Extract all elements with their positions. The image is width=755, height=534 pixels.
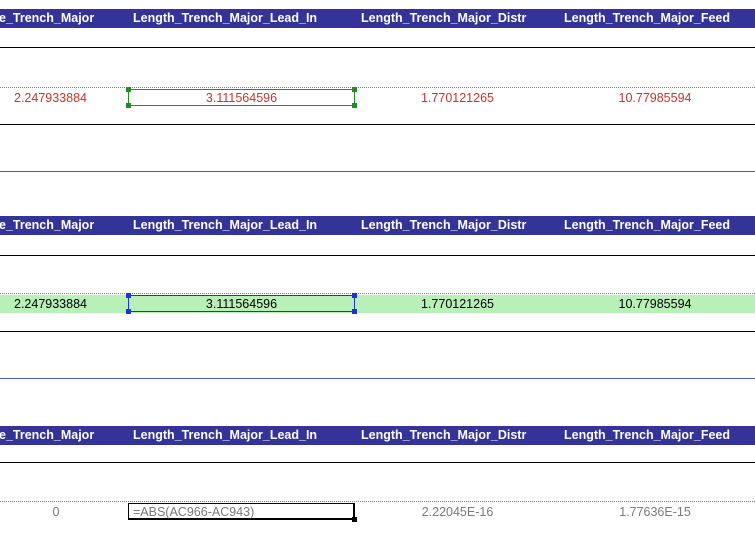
header-row-2: e_Trench_Major Length_Trench_Major_Lead_… xyxy=(0,216,755,235)
row-border xyxy=(0,87,755,88)
cell-value[interactable]: 3.111564596 xyxy=(128,89,355,107)
cell-value[interactable]: 1.770121265 xyxy=(360,89,555,107)
data-row-2: 2.247933884 3.111564596 1.770121265 10.7… xyxy=(0,293,755,314)
formula-input[interactable]: =ABS(AC966-AC943) xyxy=(133,504,254,520)
header-cell-4[interactable]: Length_Trench_Major_Feed xyxy=(564,9,730,28)
header-cell-1[interactable]: e_Trench_Major xyxy=(0,9,94,28)
header-row-3: e_Trench_Major Length_Trench_Major_Lead_… xyxy=(0,426,755,445)
header-cell-2[interactable]: Length_Trench_Major_Lead_In xyxy=(133,426,317,445)
cell-value[interactable]: 1.77636E-15 xyxy=(560,503,750,521)
row-border xyxy=(0,47,755,48)
cell-value[interactable]: 1.770121265 xyxy=(360,295,555,313)
row-border xyxy=(0,331,755,332)
header-cell-3[interactable]: Length_Trench_Major_Distr xyxy=(361,426,526,445)
header-cell-2[interactable]: Length_Trench_Major_Lead_In xyxy=(133,216,317,235)
cell-value[interactable]: 2.22045E-16 xyxy=(360,503,555,521)
header-cell-1[interactable]: e_Trench_Major xyxy=(0,216,94,235)
header-cell-1[interactable]: e_Trench_Major xyxy=(0,426,94,445)
header-cell-2[interactable]: Length_Trench_Major_Lead_In xyxy=(133,9,317,28)
block-separator xyxy=(0,378,755,379)
cell-value[interactable]: 2.247933884 xyxy=(14,295,114,313)
header-cell-3[interactable]: Length_Trench_Major_Distr xyxy=(361,216,526,235)
row-border xyxy=(0,255,755,256)
cell-value[interactable]: 3.111564596 xyxy=(128,295,355,313)
header-row-1: e_Trench_Major Length_Trench_Major_Lead_… xyxy=(0,9,755,28)
row-border xyxy=(0,124,755,125)
header-cell-4[interactable]: Length_Trench_Major_Feed xyxy=(564,216,730,235)
cell-value[interactable]: 10.77985594 xyxy=(560,89,750,107)
cell-value[interactable]: 0 xyxy=(0,503,112,521)
block-separator xyxy=(0,171,755,172)
data-row-3: 0 =ABS(AC966-AC943) 2.22045E-16 1.77636E… xyxy=(0,503,755,522)
cell-value[interactable]: 2.247933884 xyxy=(14,89,114,107)
header-cell-3[interactable]: Length_Trench_Major_Distr xyxy=(361,9,526,28)
cell-value[interactable]: 10.77985594 xyxy=(560,295,750,313)
row-border xyxy=(0,501,755,502)
header-cell-4[interactable]: Length_Trench_Major_Feed xyxy=(564,426,730,445)
fill-handle[interactable] xyxy=(352,517,357,522)
active-cell-editor[interactable]: =ABS(AC966-AC943) xyxy=(128,503,357,522)
data-row-1: 2.247933884 3.111564596 1.770121265 10.7… xyxy=(0,87,755,108)
row-border xyxy=(0,462,755,463)
row-border xyxy=(0,293,755,294)
